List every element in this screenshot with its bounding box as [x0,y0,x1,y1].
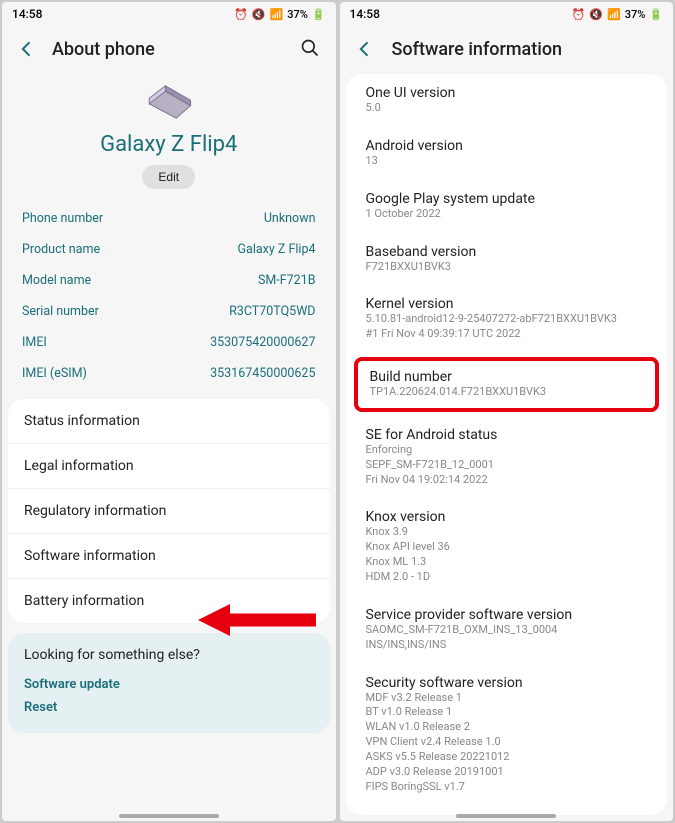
section-title: Service provider software version [366,607,648,623]
annotation-arrow [198,600,318,640]
battery-icon: 🔋 [312,8,326,21]
battery-text: 37% [287,8,308,21]
section-value: F721BXXU1BVK3 [366,260,648,275]
page-title: About phone [52,39,286,60]
info-row[interactable]: Product name Galaxy Z Flip4 [2,234,336,265]
section-kernel-version[interactable]: Kernel version5.10.81-android12-9-254072… [346,285,668,353]
tip-card: Looking for something else? Software upd… [8,633,330,733]
settings-card: Status informationLegal informationRegul… [8,399,330,623]
settings-item-status-information[interactable]: Status information [8,399,330,444]
device-image [142,80,196,124]
info-label: Serial number [22,304,99,319]
device-section: Galaxy Z Flip4 Edit [2,74,336,203]
section-title: Kernel version [366,296,648,312]
info-value: SM-F721B [258,273,316,288]
back-button[interactable] [354,38,376,60]
info-row[interactable]: Phone number Unknown [2,203,336,234]
back-button[interactable] [16,38,38,60]
settings-item-regulatory-information[interactable]: Regulatory information [8,489,330,534]
section-android-version[interactable]: Android version13 [346,127,668,180]
build-number-value: TP1A.220624.014.F721BXXU1BVK3 [370,385,644,400]
section-title: Security software version [366,675,648,691]
phone-left: 14:58 ⏰ 🔇 📶 37% 🔋 About phone Galaxy Z F… [2,2,336,821]
info-row[interactable]: IMEI (eSIM) 353167450000625 [2,358,336,389]
section-title: Android version [366,138,648,154]
build-number-item[interactable]: Build number TP1A.220624.014.F721BXXU1BV… [354,357,660,412]
section-title: Baseband version [366,244,648,260]
info-value: Galaxy Z Flip4 [238,242,316,257]
section-title: Knox version [366,509,648,525]
info-label: IMEI (eSIM) [22,366,87,381]
tip-link-software-update[interactable]: Software update [24,673,314,696]
chevron-left-icon [17,39,37,59]
status-bar: 14:58 ⏰ 🔇 📶 37% 🔋 [340,2,674,24]
alarm-icon: ⏰ [572,8,586,21]
phone-right: 14:58 ⏰ 🔇 📶 37% 🔋 Software information O… [340,2,674,821]
alarm-icon: ⏰ [234,8,248,21]
section-title: SE for Android status [366,427,648,443]
info-value: Unknown [264,211,316,226]
edit-button[interactable]: Edit [142,165,195,189]
section-se-for-android-status[interactable]: SE for Android statusEnforcing SEPF_SM-F… [346,416,668,499]
status-time: 14:58 [350,7,380,21]
section-service-provider-software-version[interactable]: Service provider software versionSAOMC_S… [346,596,668,664]
tip-link-reset[interactable]: Reset [24,696,314,719]
info-label: IMEI [22,335,47,350]
device-name: Galaxy Z Flip4 [2,132,336,157]
info-rows: Phone number Unknown Product name Galaxy Z … [2,203,336,389]
section-security-software-version[interactable]: Security software versionMDF v3.2 Releas… [346,664,668,806]
section-value: Knox 3.9 Knox API level 36 Knox ML 1.3 H… [366,525,648,584]
wifi-icon: 📶 [607,8,621,21]
section-value: Enforcing SEPF_SM-F721B_12_0001 Fri Nov … [366,443,648,488]
section-value: 1 October 2022 [366,207,648,222]
section-value: SAOMC_SM-F721B_OXM_INS_13_0004 INS/INS,I… [366,623,648,653]
info-row[interactable]: IMEI 353075420000627 [2,327,336,358]
section-baseband-version[interactable]: Baseband versionF721BXXU1BVK3 [346,233,668,286]
status-icons: ⏰ 🔇 📶 37% 🔋 [234,7,325,21]
battery-icon: 🔋 [649,8,663,21]
section-knox-version[interactable]: Knox versionKnox 3.9 Knox API level 36 K… [346,498,668,595]
section-value: 5.0 [366,101,648,116]
info-value: 353167450000625 [210,366,315,381]
page-title: Software information [390,39,563,60]
info-row[interactable]: Model name SM-F721B [2,265,336,296]
section-value: 5.10.81-android12-9-25407272-abF721BXXU1… [366,312,648,342]
tip-title: Looking for something else? [24,647,314,663]
info-row[interactable]: Serial number R3CT70TQ5WD [2,296,336,327]
section-value: MDF v3.2 Release 1 BT v1.0 Release 1 WLA… [366,691,648,795]
mute-icon: 🔇 [589,8,603,21]
chevron-left-icon [355,39,375,59]
right-body: One UI version5.0Android version13Google… [346,74,668,815]
section-title: One UI version [366,85,648,101]
info-value: 353075420000627 [210,335,315,350]
search-icon [300,38,320,58]
header-right: Software information [340,24,674,74]
status-bar: 14:58 ⏰ 🔇 📶 37% 🔋 [2,2,336,24]
info-label: Product name [22,242,100,257]
info-label: Phone number [22,211,103,226]
nav-pill [456,814,556,818]
mute-icon: 🔇 [252,8,266,21]
status-time: 14:58 [12,7,42,21]
section-google-play-system-update[interactable]: Google Play system update1 October 2022 [346,180,668,233]
section-one-ui-version[interactable]: One UI version5.0 [346,74,668,127]
info-label: Model name [22,273,91,288]
status-icons: ⏰ 🔇 📶 37% 🔋 [572,7,663,21]
section-value: 13 [366,154,648,169]
section-title: Google Play system update [366,191,648,207]
header-left: About phone [2,24,336,74]
build-number-title: Build number [370,369,644,385]
wifi-icon: 📶 [269,8,283,21]
search-button[interactable] [300,38,322,60]
battery-text: 37% [625,8,646,21]
settings-item-software-information[interactable]: Software information [8,534,330,579]
settings-item-legal-information[interactable]: Legal information [8,444,330,489]
nav-pill [119,814,219,818]
info-value: R3CT70TQ5WD [229,304,315,319]
